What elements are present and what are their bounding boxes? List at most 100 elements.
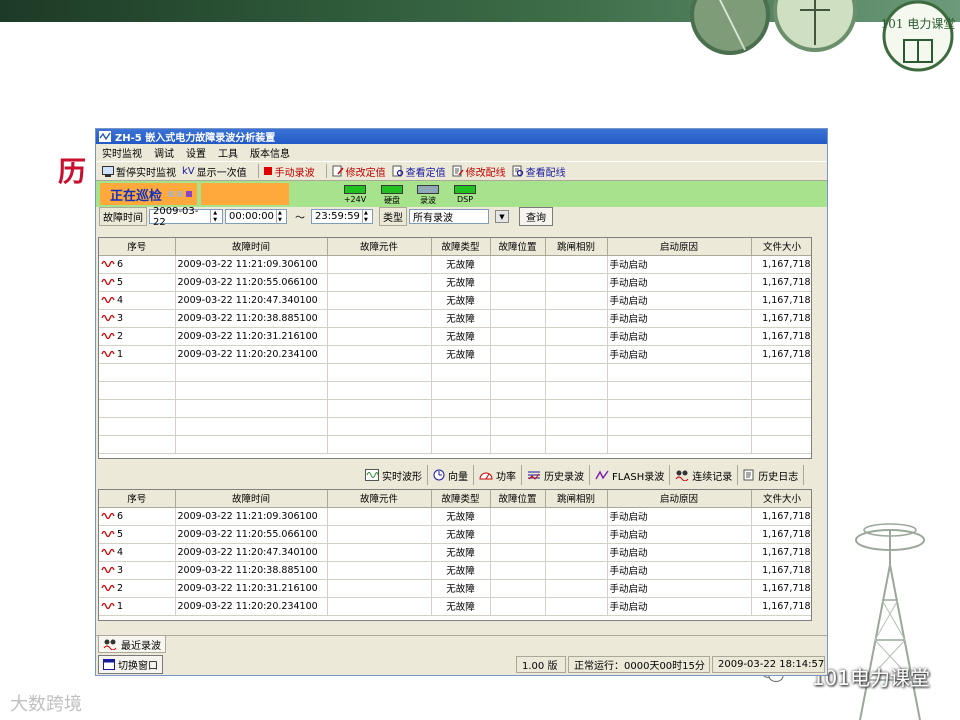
primary-value-button[interactable]: kV 显示一次值 [182, 164, 247, 179]
record-component [327, 597, 432, 616]
col-fault-time[interactable]: 故障时间 [175, 238, 328, 256]
patrol-status-text: 正在巡检 [110, 188, 163, 204]
chevron-down-icon[interactable]: ▼ [495, 210, 509, 223]
manual-record-button[interactable]: 手动录波 [263, 164, 315, 179]
tab-flash-record[interactable]: FLASH录波 [590, 465, 671, 485]
table-row[interactable]: 2 2009-03-22 11:20:31.216100 无故障 手动启动 1,… [99, 579, 811, 598]
start-time-spinner[interactable]: ▲ ▼ [275, 209, 283, 224]
record-type: 无故障 [431, 579, 491, 598]
col-fault-component[interactable]: 故障元件 [327, 238, 432, 256]
table-row[interactable]: 1 2009-03-22 11:20:20.234100 无故障 手动启动 1,… [99, 345, 811, 364]
table-row[interactable]: 6 2009-03-22 11:21:09.306100 无故障 手动启动 1,… [99, 507, 811, 526]
switch-window-button[interactable]: 切换窗口 [98, 655, 163, 674]
record-cause: 手动启动 [607, 327, 752, 346]
table-row[interactable]: 5 2009-03-22 11:20:55.066100 无故障 手动启动 1,… [99, 525, 811, 544]
table-row[interactable]: 4 2009-03-22 11:20:47.340100 无故障 手动启动 1,… [99, 543, 811, 562]
toolbar: 暂停实时监视 kV 显示一次值 手动录波 修改定值 查看定值 修改配线 查看配线 [96, 161, 827, 181]
switch-window-label: 切换窗口 [118, 661, 158, 672]
table-row[interactable]: 1 2009-03-22 11:20:20.234100 无故障 手动启动 1,… [99, 597, 811, 616]
gauge-icon [479, 470, 493, 480]
col-fault-time[interactable]: 故障时间 [175, 490, 328, 508]
col-fault-position[interactable]: 故障位置 [490, 238, 546, 256]
query-button[interactable]: 查询 [519, 207, 553, 226]
table-header: 序号 故障时间 故障元件 故障类型 故障位置 跳闸相别 启动原因 文件大小 [99, 238, 811, 256]
col-trip-phase[interactable]: 跳闸相别 [545, 490, 608, 508]
status-panel [201, 183, 289, 205]
waveform-icon [101, 602, 115, 610]
col-file-size[interactable]: 文件大小 [751, 238, 811, 256]
col-start-cause[interactable]: 启动原因 [607, 490, 752, 508]
record-index: 1 [117, 600, 124, 612]
clock-vector-icon [433, 469, 445, 481]
col-file-size[interactable]: 文件大小 [751, 490, 811, 508]
led-disk-lamp [381, 185, 403, 194]
waveform-chart-icon [365, 469, 379, 481]
slide-heading: 历 [58, 155, 87, 188]
menu-debug[interactable]: 调试 [154, 145, 174, 160]
pause-monitor-button[interactable]: 暂停实时监视 [102, 164, 176, 179]
col-fault-type[interactable]: 故障类型 [431, 238, 491, 256]
record-position [490, 327, 546, 346]
table-row[interactable]: 4 2009-03-22 11:20:47.340100 无故障 手动启动 1,… [99, 291, 811, 310]
record-phase [545, 255, 608, 274]
start-time-input[interactable]: 00:00:00 ▲ ▼ [225, 209, 287, 224]
table-row[interactable]: 3 2009-03-22 11:20:38.885100 无故障 手动启动 1,… [99, 561, 811, 580]
table-row[interactable]: 5 2009-03-22 11:20:55.066100 无故障 手动启动 1,… [99, 273, 811, 292]
record-size: 1,167,718 [751, 327, 811, 346]
col-index[interactable]: 序号 [99, 238, 176, 256]
record-cause: 手动启动 [607, 579, 752, 598]
edit-wiring-button[interactable]: 修改配线 [452, 164, 506, 179]
table-row[interactable]: 6 2009-03-22 11:21:09.306100 无故障 手动启动 1,… [99, 255, 811, 274]
view-wiring-button[interactable]: 查看配线 [512, 164, 566, 179]
menu-version[interactable]: 版本信息 [250, 145, 290, 160]
tab-power[interactable]: 功率 [474, 465, 522, 485]
start-time-value: 00:00:00 [229, 211, 274, 222]
view-setting-button[interactable]: 查看定值 [392, 164, 446, 179]
waveform-icon [101, 584, 115, 592]
record-component [327, 543, 432, 562]
led-dsp-label: DSP [456, 195, 474, 204]
col-fault-position[interactable]: 故障位置 [490, 490, 546, 508]
view-wiring-label: 查看配线 [525, 167, 566, 179]
record-phase [545, 507, 608, 526]
waveform-icon [101, 350, 115, 358]
record-index: 2 [117, 330, 124, 342]
menu-tools[interactable]: 工具 [218, 145, 238, 160]
col-trip-phase[interactable]: 跳闸相别 [545, 238, 608, 256]
waveform-icon [101, 530, 115, 538]
record-time: 2009-03-22 11:21:09.306100 [175, 255, 328, 274]
led-record: 录波 [415, 185, 441, 206]
tab-flash-record-label: FLASH录波 [612, 471, 665, 483]
tab-realtime-wave[interactable]: 实时波形 [360, 465, 428, 485]
start-date-spinner[interactable]: ▲ ▼ [210, 209, 219, 224]
edit-setting-button[interactable]: 修改定值 [332, 164, 386, 179]
record-position [490, 291, 546, 310]
end-time-spinner[interactable]: ▲ ▼ [361, 209, 369, 224]
col-start-cause[interactable]: 启动原因 [607, 238, 752, 256]
start-date-input[interactable]: 2009-03-22 ▲ ▼ [149, 206, 223, 228]
record-phase [545, 561, 608, 580]
app-icon [99, 131, 111, 142]
record-position [490, 273, 546, 292]
col-index[interactable]: 序号 [99, 490, 176, 508]
waveform-icon [101, 512, 115, 520]
datetime-status: 2009-03-22 18:14:57 [712, 656, 825, 673]
menu-settings[interactable]: 设置 [186, 145, 206, 160]
col-fault-component[interactable]: 故障元件 [327, 490, 432, 508]
end-time-input[interactable]: 23:59:59 ▲ ▼ [311, 209, 373, 224]
tab-vector[interactable]: 向量 [428, 465, 474, 485]
tab-history-log[interactable]: 历史日志 [738, 465, 805, 485]
table-row[interactable]: 3 2009-03-22 11:20:38.885100 无故障 手动启动 1,… [99, 309, 811, 328]
status-dot [186, 191, 193, 197]
tab-recent-record[interactable]: 最近录波 [98, 636, 166, 653]
type-select[interactable]: 所有录波 [409, 209, 489, 224]
tab-continuous-record[interactable]: 连续记录 [670, 465, 739, 485]
tab-history-record[interactable]: 历史录波 [522, 465, 590, 485]
menu-realtime[interactable]: 实时监视 [102, 145, 142, 160]
edit-document-icon [332, 165, 344, 177]
type-label: 类型 [379, 207, 407, 226]
record-time: 2009-03-22 11:20:55.066100 [175, 525, 328, 544]
col-fault-type[interactable]: 故障类型 [431, 490, 491, 508]
watermark-text: 大数跨境 [10, 694, 82, 715]
table-row[interactable]: 2 2009-03-22 11:20:31.216100 无故障 手动启动 1,… [99, 327, 811, 346]
